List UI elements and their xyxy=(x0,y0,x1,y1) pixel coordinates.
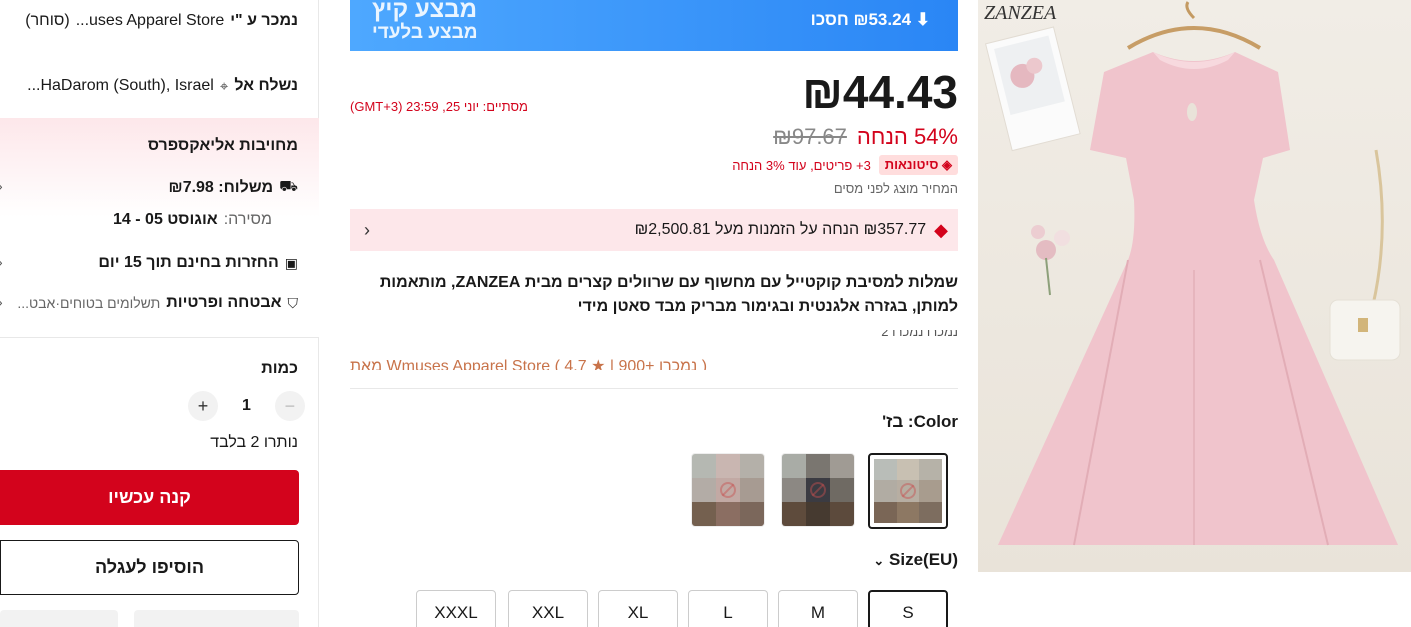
promise-title: מחויבות אליאקספרס xyxy=(147,137,298,154)
coupon-tag-icon: ◆ xyxy=(934,219,948,240)
color-swatch-pink[interactable] xyxy=(691,453,765,527)
add-to-cart-button[interactable]: הוסיפו לעגלה xyxy=(0,540,299,595)
ship-to-row[interactable]: נשלח אל ⌖ ...HaDarom (South), Israel xyxy=(0,77,298,95)
bulk-row: ◈ סיטונאות 3+ פריטים, עוד 3% הנחה xyxy=(732,155,958,175)
sold-count: נמכרו נמכרו 2 xyxy=(881,330,958,339)
ship-to-value[interactable]: ...HaDarom (South), Israel xyxy=(27,77,214,95)
stock-text: נותרו 2 בלבד xyxy=(210,434,298,451)
tax-note: המחיר מוצג לפני מסים xyxy=(833,181,958,196)
delivery-prefix: מסירה: xyxy=(223,211,272,228)
discount-row: 54% הנחה ₪97.67 xyxy=(773,124,958,150)
banner-title: מבצע קיץ xyxy=(372,0,478,23)
chevron-left-icon[interactable]: ‹ xyxy=(0,294,3,310)
unavailable-icon xyxy=(810,482,826,498)
chevron-left-icon[interactable]: ‹ xyxy=(0,178,3,194)
plus-button[interactable]: + xyxy=(188,391,218,421)
coupon-bar[interactable]: ◆ ₪357.77 הנחה על הזמנות מעל ₪2,500.81 ‹ xyxy=(350,209,958,251)
summer-sale-banner[interactable]: מבצע קיץ מבצע בלעדי ⬇ ₪53.24 חסכו xyxy=(350,0,958,51)
unavailable-icon xyxy=(720,482,736,498)
store-link[interactable]: ...uses Apparel Store xyxy=(76,12,225,30)
banner-subtitle: מבצע בלעדי xyxy=(372,22,478,43)
quantity-label: כמות xyxy=(261,360,298,377)
minus-button[interactable]: − xyxy=(274,391,305,421)
store-rating-link[interactable]: מאת Wmuses Apparel Store ( 4.7 ★ | 900+ … xyxy=(350,356,707,370)
discount-percent: 54% הנחה xyxy=(856,124,958,149)
shipping-label: משלוח: ₪7.98 xyxy=(168,178,274,196)
shipping-row[interactable]: ⛟ משלוח: ₪7.98 xyxy=(0,178,298,197)
sale-countdown: מסתיים: יוני 25, 23:59 (GMT+3) xyxy=(350,99,528,114)
ship-to-label: נשלח אל xyxy=(234,77,298,94)
size-option-s[interactable]: S xyxy=(868,590,948,627)
wishlist-button[interactable] xyxy=(134,610,299,627)
color-swatch-dark[interactable] xyxy=(781,453,855,527)
security-sub: תשלומים בטוחים·אבט... xyxy=(17,295,161,311)
buy-now-button[interactable]: קנה עכשיו xyxy=(0,470,299,525)
unavailable-icon xyxy=(900,483,916,499)
bulk-badge: ◈ סיטונאות xyxy=(878,155,958,175)
shield-icon: ⛉ xyxy=(287,294,299,311)
seller-type: (סוחר) xyxy=(25,12,70,29)
returns-text: החזרות בחינם תוך 15 יום xyxy=(98,254,279,271)
original-price: ₪97.67 xyxy=(773,124,847,149)
share-button[interactable] xyxy=(0,610,118,627)
size-option-l[interactable]: L xyxy=(688,590,768,627)
divider xyxy=(0,337,319,338)
dress-illustration xyxy=(984,1,1401,546)
quantity-value[interactable]: 1 xyxy=(242,397,251,415)
tag-icon: ◈ xyxy=(938,157,952,172)
delivery-row: מסירה: אוגוסט 05 - 14 xyxy=(0,211,298,229)
truck-icon: ⛟ xyxy=(279,178,298,195)
brand-logo: ZANZEA xyxy=(984,2,1057,24)
coupon-text: ₪357.77 הנחה על הזמנות מעל ₪2,500.81 xyxy=(634,221,927,238)
size-option-xl[interactable]: XL xyxy=(598,590,678,627)
security-text: אבטחה ופרטיות xyxy=(166,294,282,311)
color-swatch-beige[interactable] xyxy=(868,453,948,529)
purchase-panel: נמכר ע "י ...uses Apparel Store (סוחר) נ… xyxy=(0,0,319,627)
delivery-value: אוגוסט 05 - 14 xyxy=(113,211,218,228)
color-label: Color: בז' xyxy=(882,412,958,431)
product-title: שמלות למסיבת קוקטייל עם מחשוף עם שרוולים… xyxy=(379,274,958,315)
store-info: נמכרו נמכרו 2 מאת Wmuses Apparel Store (… xyxy=(350,330,958,370)
chevron-down-icon: ⌄ xyxy=(873,553,885,568)
location-pin-icon: ⌖ xyxy=(219,77,229,95)
return-box-icon: ▣ xyxy=(284,254,298,271)
arrow-down-icon: ⬇ xyxy=(911,10,930,29)
sold-by-label: נמכר ע "י xyxy=(230,12,298,29)
size-option-m[interactable]: M xyxy=(778,590,858,627)
security-row[interactable]: ⛉ אבטחה ופרטיות תשלומים בטוחים·אבט... xyxy=(0,294,298,312)
chevron-left-icon[interactable]: ‹ xyxy=(364,220,370,241)
bulk-text: 3+ פריטים, עוד 3% הנחה xyxy=(732,157,871,173)
returns-row[interactable]: ▣ החזרות בחינם תוך 15 יום xyxy=(0,254,298,272)
size-option-xxxl[interactable]: XXXL xyxy=(416,590,496,627)
size-option-xxl[interactable]: XXL xyxy=(508,590,588,627)
product-image[interactable]: ZANZEA xyxy=(978,0,1411,572)
current-price: ₪44.43 xyxy=(802,66,958,118)
banner-save-text: ⬇ ₪53.24 חסכו xyxy=(810,10,930,29)
chevron-left-icon[interactable]: ‹ xyxy=(0,254,3,270)
size-label[interactable]: ⌄ Size(EU) xyxy=(873,550,958,570)
quantity-stepper: + 1 − xyxy=(188,391,305,421)
sold-by-row: נמכר ע "י ...uses Apparel Store (סוחר) xyxy=(0,12,298,30)
divider xyxy=(350,388,958,389)
